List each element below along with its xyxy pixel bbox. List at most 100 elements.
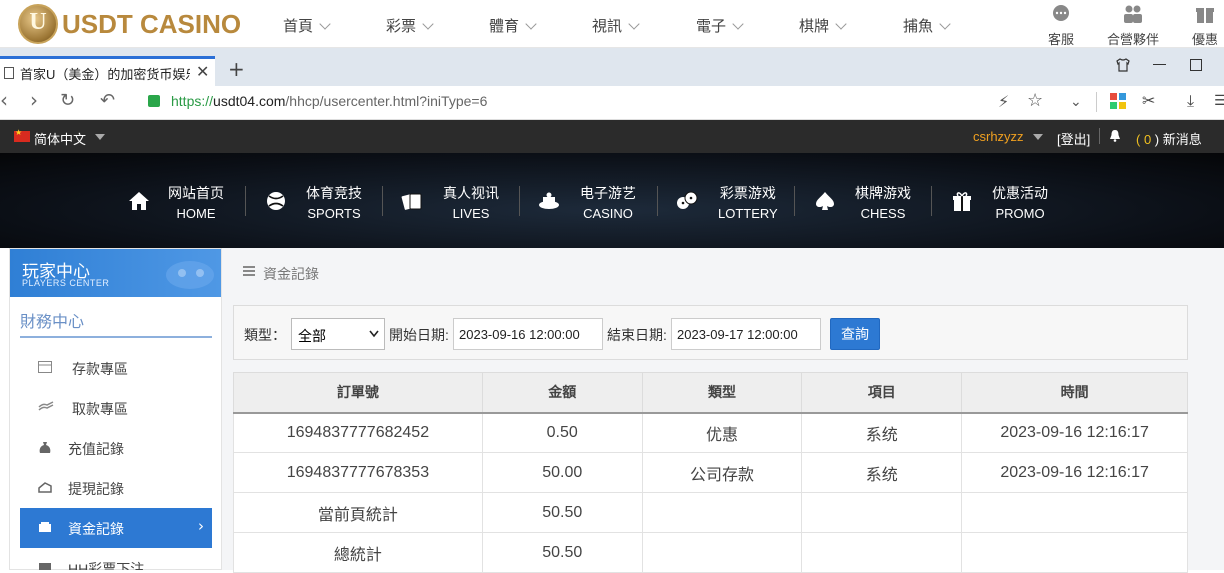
empty-cell bbox=[961, 532, 1188, 573]
partners-icon bbox=[1124, 5, 1142, 23]
time-cell: 2023-09-16 12:16:17 bbox=[961, 412, 1188, 453]
divider bbox=[1099, 128, 1100, 144]
refresh-icon[interactable]: ↻ bbox=[60, 90, 75, 111]
username[interactable]: csrhzyzz bbox=[973, 129, 1024, 144]
maximize-icon[interactable] bbox=[1190, 59, 1202, 71]
cards-icon bbox=[401, 193, 422, 210]
logout-link[interactable]: [登出] bbox=[1057, 129, 1090, 148]
scissors-icon[interactable]: ✂ bbox=[1142, 91, 1155, 110]
download-icon[interactable]: ⤓ bbox=[1187, 91, 1194, 111]
hero-nav-home[interactable]: 网站首页 HOME bbox=[168, 183, 224, 221]
divider bbox=[382, 186, 383, 216]
customer-service-link[interactable]: 客服 bbox=[1046, 4, 1076, 48]
chevron-down-icon bbox=[939, 18, 951, 30]
query-button[interactable]: 查詢 bbox=[830, 318, 880, 350]
new-tab-button[interactable]: + bbox=[228, 57, 245, 81]
chevron-down-icon bbox=[835, 18, 847, 30]
type-select-value: 全部 bbox=[298, 328, 326, 344]
home-icon bbox=[129, 192, 149, 210]
divider bbox=[794, 186, 795, 216]
chevron-down-icon bbox=[369, 330, 379, 338]
star-icon[interactable]: ☆ bbox=[1027, 90, 1043, 111]
logo-letter: U bbox=[29, 9, 47, 35]
sidebar-item-cashout-record[interactable]: 提現記錄 bbox=[20, 468, 212, 508]
summary-label-cell: 當前頁統計 bbox=[233, 492, 483, 533]
item-cell: 系统 bbox=[801, 412, 963, 453]
url-field[interactable]: https://usdt04.com/hhcp/usercenter.html?… bbox=[171, 93, 487, 109]
column-header: 項目 bbox=[801, 372, 963, 414]
amount-cell: 50.50 bbox=[481, 492, 643, 533]
page-icon bbox=[4, 67, 14, 79]
secure-lock-icon bbox=[148, 95, 160, 107]
chevron-right-icon: › bbox=[198, 517, 204, 535]
amount-cell: 50.00 bbox=[481, 452, 643, 493]
order-id-cell: 1694837777678353 bbox=[233, 452, 483, 493]
end-date-input[interactable]: 2023-09-17 12:00:00 bbox=[671, 318, 821, 350]
amount-cell: 50.50 bbox=[481, 532, 643, 573]
logo-badge: U bbox=[18, 4, 58, 44]
chevron-down-icon[interactable]: ⌄ bbox=[1070, 94, 1082, 110]
dice-icon bbox=[677, 191, 698, 209]
start-date-input[interactable]: 2023-09-16 12:00:00 bbox=[453, 318, 603, 350]
sidebar-item-label: 取款專區 bbox=[72, 401, 128, 417]
apps-icon[interactable] bbox=[1110, 93, 1126, 109]
gift-icon bbox=[1196, 8, 1214, 23]
divider bbox=[245, 186, 246, 216]
gamepad-icon bbox=[166, 261, 214, 289]
empty-cell bbox=[801, 492, 963, 533]
back-icon[interactable]: ‹ bbox=[0, 88, 8, 112]
hero-nav-lives[interactable]: 真人视讯 LIVES bbox=[443, 183, 499, 221]
nav-item-home[interactable]: 首頁 bbox=[283, 15, 331, 36]
logo-text: USDT CASINO bbox=[62, 9, 242, 39]
nav-item-electronic[interactable]: 電子 bbox=[696, 15, 744, 36]
chevron-down-icon bbox=[422, 18, 434, 30]
customer-service-label: 客服 bbox=[1047, 32, 1074, 47]
bell-icon[interactable] bbox=[1109, 129, 1121, 142]
promo-link[interactable]: 優惠 bbox=[1190, 4, 1220, 48]
promo-label: 優惠 bbox=[1191, 32, 1218, 47]
sidebar-item-withdraw[interactable]: 取款專區 bbox=[20, 388, 212, 428]
hero-nav-lottery[interactable]: 彩票游戏 LOTTERY bbox=[718, 183, 778, 221]
nav-item-fishing[interactable]: 捕魚 bbox=[903, 15, 951, 36]
site-logo[interactable]: U USDT CASINO bbox=[18, 2, 241, 46]
nav-item-sports[interactable]: 體育 bbox=[489, 15, 537, 36]
divider bbox=[519, 186, 520, 216]
deposit-icon bbox=[38, 361, 52, 373]
column-header: 時間 bbox=[961, 372, 1188, 414]
nav-item-lottery[interactable]: 彩票 bbox=[386, 15, 434, 36]
sidebar-item-deposit[interactable]: 存款專區 bbox=[20, 348, 212, 388]
hero-nav-sports[interactable]: 体育竞技 SPORTS bbox=[306, 183, 362, 221]
table-row: 1694837777682452 0.50 优惠 系统 2023-09-16 1… bbox=[233, 412, 1188, 453]
sidebar-item-funds-record[interactable]: 資金記錄 › bbox=[20, 508, 212, 548]
undo-icon[interactable]: ↶ bbox=[100, 90, 115, 111]
table-row-page-total: 當前頁統計 50.50 bbox=[233, 492, 1188, 533]
caret-down-icon[interactable] bbox=[1033, 134, 1043, 140]
time-cell: 2023-09-16 12:16:17 bbox=[961, 452, 1188, 493]
end-date-label: 結束日期: bbox=[607, 327, 667, 343]
sidebar-item-hh-lottery[interactable]: HH彩票下注 bbox=[20, 548, 212, 570]
nav-item-video[interactable]: 視訊 bbox=[592, 15, 640, 36]
sidebar-item-recharge-record[interactable]: 充值記錄 bbox=[20, 428, 212, 468]
partners-link[interactable]: 合營夥伴 bbox=[1104, 4, 1162, 48]
messages-link[interactable]: ( 0 ) 新消息 bbox=[1136, 129, 1202, 148]
hero-nav-chess[interactable]: 棋牌游戏 CHESS bbox=[855, 183, 911, 221]
shirt-icon[interactable] bbox=[1115, 57, 1131, 77]
empty-cell bbox=[641, 532, 803, 573]
close-icon[interactable]: ✕ bbox=[196, 62, 209, 81]
sidebar-item-label: HH彩票下注 bbox=[68, 561, 145, 570]
browser-tab[interactable]: 首家U（美金）的加密货币娱乐 ✕ bbox=[0, 56, 215, 86]
sidebar-item-label: 充值記錄 bbox=[68, 441, 124, 457]
language-selector[interactable]: 简体中文 bbox=[34, 129, 86, 148]
order-id-cell: 1694837777682452 bbox=[233, 412, 483, 453]
menu-icon[interactable]: ☰ bbox=[1214, 93, 1224, 109]
nav-item-chess[interactable]: 棋牌 bbox=[799, 15, 847, 36]
lightning-icon[interactable]: ⚡ bbox=[998, 92, 1009, 111]
hero-nav-casino[interactable]: 电子游艺 CASINO bbox=[580, 183, 636, 221]
finance-center-title: 財務中心 bbox=[20, 314, 85, 331]
type-select[interactable]: 全部 bbox=[291, 318, 385, 350]
menu-icon bbox=[243, 266, 255, 276]
forward-icon[interactable]: › bbox=[30, 88, 38, 112]
hero-nav-promo[interactable]: 优惠活动 PROMO bbox=[992, 183, 1048, 221]
minimize-icon[interactable] bbox=[1153, 64, 1166, 65]
caret-down-icon[interactable] bbox=[95, 134, 105, 140]
